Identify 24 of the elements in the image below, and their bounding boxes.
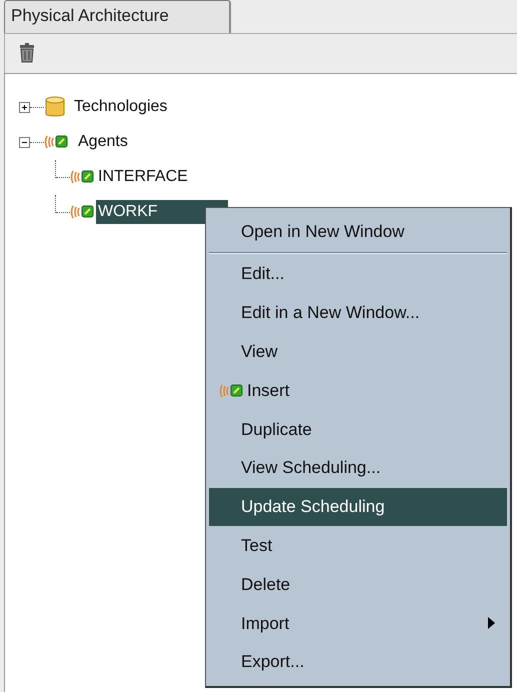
menu-item[interactable]: Duplicate [209,410,507,449]
tree-item[interactable]: Agents [76,130,130,154]
signal-icon [70,168,96,186]
menu-item[interactable]: Test [209,526,507,566]
tree-item[interactable]: Technologies [72,95,170,119]
signal-icon [70,203,96,221]
menu-item[interactable]: Edit in a New Window... [209,294,507,332]
menu-item[interactable]: Import [209,604,507,643]
menu-item[interactable]: Delete [209,565,507,604]
tree-item[interactable]: INTERFACE [96,165,190,189]
menu-item[interactable]: Edit... [209,254,507,294]
signal-icon [44,133,70,151]
menu-item[interactable]: Insert [209,371,507,410]
menu-item[interactable]: Update Scheduling [209,488,507,526]
signal-icon [219,382,245,400]
panel-tab[interactable]: Physical Architecture [4,0,231,32]
menu-item[interactable]: View Scheduling... [209,448,507,488]
trash-icon [19,43,35,63]
delete-button[interactable] [17,41,37,65]
collapse-toggle[interactable] [19,136,30,148]
database-icon [44,95,66,119]
menu-item[interactable]: Export... [209,642,507,682]
expand-toggle[interactable] [19,102,30,112]
menu-item[interactable]: View [209,332,507,372]
